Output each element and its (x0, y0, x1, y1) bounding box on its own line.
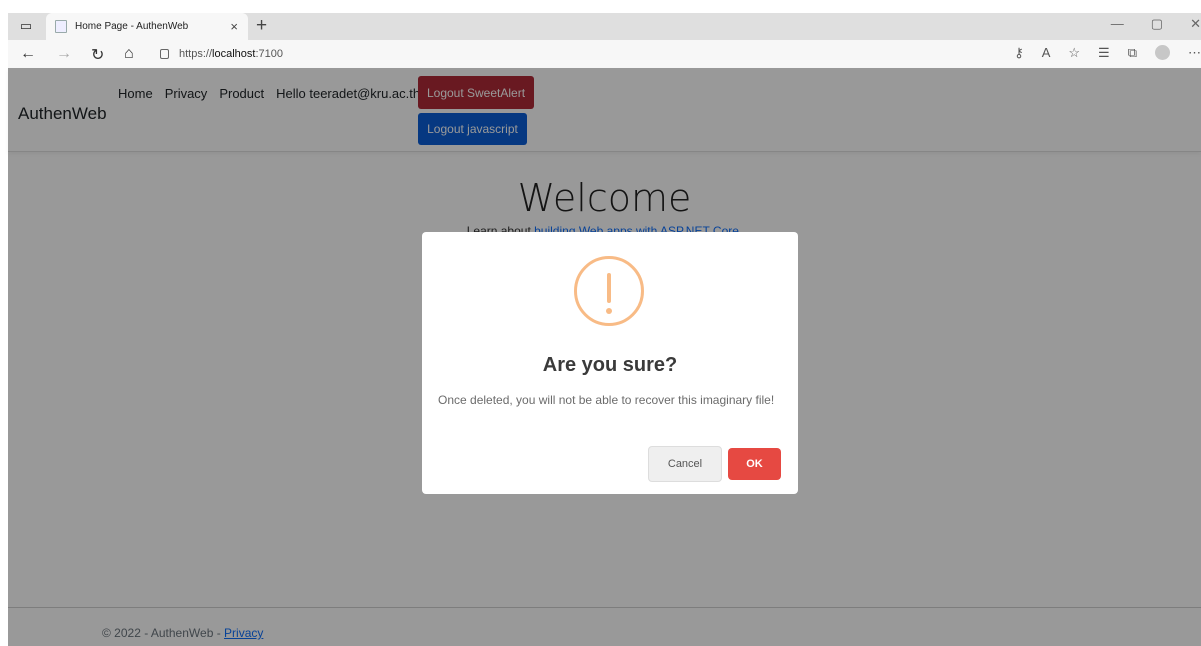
dialog-text: Once deleted, you will not be able to re… (438, 393, 775, 407)
browser-tab[interactable]: Home Page - AuthenWeb × (46, 13, 248, 40)
confirm-dialog: Are you sure? Once deleted, you will not… (422, 232, 798, 494)
restore-icon[interactable]: ▢ (1151, 16, 1163, 32)
browser-tab-bar: ▭ Home Page - AuthenWeb × + — ▢ ✕ (8, 13, 1201, 40)
tab-close-icon[interactable]: × (230, 19, 238, 34)
address-bar: ← → ↻ ⌂ https://localhost:7100 ⚷ A ☆ ☰ ⧉… (8, 40, 1201, 68)
cancel-button[interactable]: Cancel (648, 446, 722, 482)
url-host: localhost (212, 48, 256, 60)
url-prefix: https:// (179, 48, 213, 60)
window-controls: — ▢ ✕ (1111, 16, 1201, 32)
profile-avatar[interactable] (1155, 45, 1170, 60)
collections-icon[interactable]: ⧉ (1128, 45, 1137, 61)
warning-icon-bar (607, 273, 611, 303)
more-icon[interactable]: ⋯ (1188, 45, 1201, 61)
new-tab-button[interactable]: + (256, 16, 267, 36)
back-icon[interactable]: ← (20, 45, 36, 63)
url-field[interactable]: https://localhost:7100 (160, 45, 980, 63)
key-icon[interactable]: ⚷ (1014, 45, 1024, 61)
read-aloud-icon[interactable]: A (1042, 45, 1051, 61)
tab-title: Home Page - AuthenWeb (75, 21, 189, 32)
tab-actions-icon[interactable]: ▭ (18, 18, 34, 34)
browser-toolbar-icons: ⚷ A ☆ ☰ ⧉ ⋯ (1014, 45, 1201, 61)
dialog-title: Are you sure? (542, 354, 678, 376)
favorite-add-icon[interactable]: ☆ (1068, 45, 1080, 61)
window-close-icon[interactable]: ✕ (1190, 16, 1201, 32)
page-favicon-icon (55, 20, 67, 33)
warning-icon (574, 256, 644, 326)
lock-icon[interactable] (160, 49, 169, 59)
forward-icon[interactable]: → (56, 45, 72, 63)
minimize-icon[interactable]: — (1111, 16, 1124, 32)
warning-icon-dot (606, 308, 612, 314)
favorites-icon[interactable]: ☰ (1098, 45, 1110, 61)
url-port: :7100 (255, 48, 283, 60)
refresh-icon[interactable]: ↻ (91, 45, 104, 65)
ok-button[interactable]: OK (728, 448, 781, 480)
home-icon[interactable]: ⌂ (124, 45, 134, 63)
